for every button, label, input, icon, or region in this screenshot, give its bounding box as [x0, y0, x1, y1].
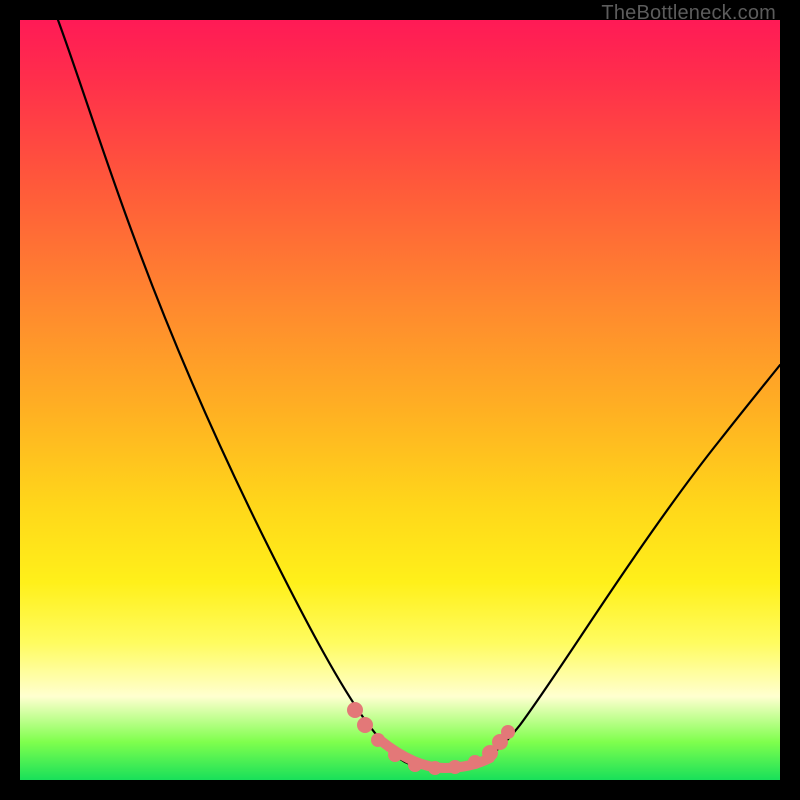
- marker-dot: [428, 761, 442, 775]
- bottleneck-curve: [58, 20, 780, 768]
- curve-svg: [20, 20, 780, 780]
- marker-dot: [347, 702, 363, 718]
- marker-dot: [371, 733, 385, 747]
- marker-dot: [357, 717, 373, 733]
- marker-dot: [501, 725, 515, 739]
- chart-frame: TheBottleneck.com: [0, 0, 800, 800]
- marker-dot: [448, 760, 462, 774]
- marker-dot: [468, 755, 482, 769]
- marker-dot: [388, 748, 402, 762]
- marker-dot: [408, 758, 422, 772]
- plot-area: [20, 20, 780, 780]
- attribution-watermark: TheBottleneck.com: [601, 2, 776, 25]
